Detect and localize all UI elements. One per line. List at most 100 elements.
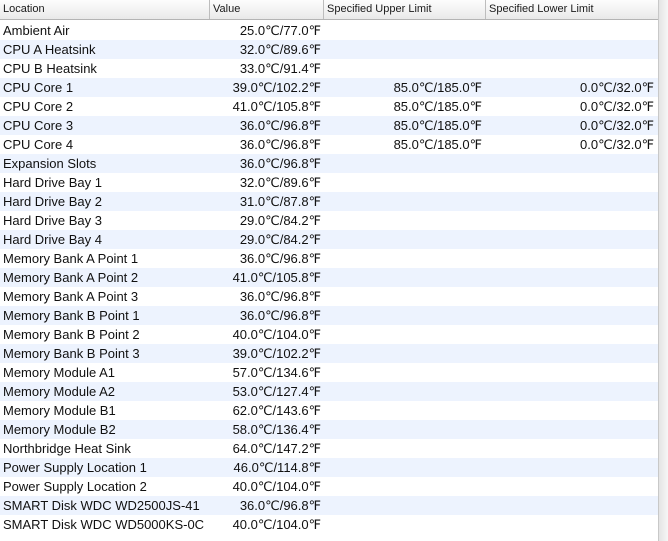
cell-upper-limit [324,40,482,59]
cell-value: 36.0℃/96.8℉ [239,498,321,513]
table-row[interactable]: Memory Bank A Point 2 41.0℃/105.8℉ [0,268,658,287]
cell-value: 33.0℃/91.4℉ [239,61,321,76]
column-header-upper-limit[interactable]: Specified Upper Limit [324,0,486,19]
table-row[interactable]: Memory Module B1 62.0℃/143.6℉ [0,401,658,420]
cell-value: 40.0℃/104.0℉ [232,479,321,494]
cell-upper-limit [324,287,482,306]
cell-lower-limit [486,268,654,287]
table-row[interactable]: Hard Drive Bay 3 29.0℃/84.2℉ [0,211,658,230]
table-row[interactable]: Memory Module A2 53.0℃/127.4℉ [0,382,658,401]
cell-upper-limit [324,249,482,268]
table-row[interactable]: Power Supply Location 2 40.0℃/104.0℉ [0,477,658,496]
cell-upper-limit [324,59,482,78]
cell-lower-limit: 0.0℃/32.0℉ [580,80,654,95]
cell-upper-limit [324,325,482,344]
cell-location: Power Supply Location 2 [3,479,147,494]
cell-lower-limit [486,515,654,534]
cell-upper-limit: 85.0℃/185.0℉ [393,99,482,114]
table-row[interactable]: Memory Bank A Point 1 36.0℃/96.8℉ [0,249,658,268]
cell-location: Memory Bank B Point 1 [3,308,140,323]
table-row[interactable]: SMART Disk WDC WD5000KS-0C 40.0℃/104.0℉ [0,515,658,534]
cell-upper-limit: 85.0℃/185.0℉ [393,80,482,95]
cell-value: 32.0℃/89.6℉ [239,42,321,57]
cell-value: 40.0℃/104.0℉ [232,327,321,342]
cell-upper-limit [324,382,482,401]
cell-value: 32.0℃/89.6℉ [239,175,321,190]
sensor-table[interactable]: Location Value Specified Upper Limit Spe… [0,0,658,541]
cell-value: 36.0℃/96.8℉ [239,251,321,266]
table-row[interactable]: CPU Core 2 41.0℃/105.8℉ 85.0℃/185.0℉ 0.0℃/3… [0,97,658,116]
cell-lower-limit [486,21,654,40]
cell-value: 25.0℃/77.0℉ [239,23,321,38]
cell-lower-limit [486,59,654,78]
table-row[interactable]: Memory Bank B Point 3 39.0℃/102.2℉ [0,344,658,363]
cell-value: 31.0℃/87.8℉ [239,194,321,209]
cell-location: Hard Drive Bay 2 [3,194,102,209]
cell-lower-limit [486,420,654,439]
table-row[interactable]: CPU Core 1 39.0℃/102.2℉ 85.0℃/185.0℉ 0.0℃/3… [0,78,658,97]
table-row[interactable]: Hard Drive Bay 1 32.0℃/89.6℉ [0,173,658,192]
table-row[interactable]: Expansion Slots 36.0℃/96.8℉ [0,154,658,173]
cell-upper-limit [324,211,482,230]
cell-location: CPU Core 3 [3,118,74,133]
cell-location: CPU B Heatsink [3,61,97,76]
cell-upper-limit [324,154,482,173]
table-row[interactable]: Ambient Air 25.0℃/77.0℉ [0,21,658,40]
cell-upper-limit [324,515,482,534]
cell-value: 29.0℃/84.2℉ [239,232,321,247]
cell-value: 46.0℃/114.8℉ [233,460,321,475]
cell-location: Hard Drive Bay 4 [3,232,102,247]
table-row[interactable]: Northbridge Heat Sink 64.0℃/147.2℉ [0,439,658,458]
cell-location: SMART Disk WDC WD5000KS-0C [3,517,205,532]
table-header: Location Value Specified Upper Limit Spe… [0,0,658,20]
column-header-value[interactable]: Value [210,0,324,19]
table-body: Ambient Air 25.0℃/77.0℉ CPU A Heatsink 32.0… [0,21,658,534]
cell-lower-limit [486,40,654,59]
cell-upper-limit [324,306,482,325]
cell-location: Memory Module A1 [3,365,115,380]
cell-location: Memory Module A2 [3,384,115,399]
cell-location: Northbridge Heat Sink [3,441,131,456]
table-row[interactable]: CPU Core 3 36.0℃/96.8℉ 85.0℃/185.0℉ 0.0℃/32… [0,116,658,135]
table-row[interactable]: Memory Bank A Point 3 36.0℃/96.8℉ [0,287,658,306]
cell-value: 39.0℃/102.2℉ [232,80,321,95]
cell-value: 40.0℃/104.0℉ [232,517,321,532]
table-row[interactable]: Power Supply Location 1 46.0℃/114.8℉ [0,458,658,477]
cell-lower-limit [486,154,654,173]
table-row[interactable]: SMART Disk WDC WD2500JS-41 36.0℃/96.8℉ [0,496,658,515]
cell-value: 36.0℃/96.8℉ [239,137,321,152]
table-row[interactable]: CPU A Heatsink 32.0℃/89.6℉ [0,40,658,59]
cell-upper-limit [324,363,482,382]
table-row[interactable]: CPU B Heatsink 33.0℃/91.4℉ [0,59,658,78]
cell-location: CPU Core 2 [3,99,74,114]
cell-value: 41.0℃/105.8℉ [232,270,321,285]
table-row[interactable]: Hard Drive Bay 4 29.0℃/84.2℉ [0,230,658,249]
column-header-lower-limit[interactable]: Specified Lower Limit [486,0,658,19]
cell-location: Memory Bank A Point 1 [3,251,139,266]
cell-location: Memory Bank A Point 2 [3,270,139,285]
cell-value: 57.0℃/134.6℉ [232,365,321,380]
cell-upper-limit [324,21,482,40]
cell-location: Hard Drive Bay 3 [3,213,102,228]
cell-lower-limit [486,287,654,306]
table-row[interactable]: Memory Module A1 57.0℃/134.6℉ [0,363,658,382]
table-row[interactable]: Memory Module B2 58.0℃/136.4℉ [0,420,658,439]
cell-upper-limit [324,268,482,287]
vertical-scrollbar[interactable] [658,0,668,541]
table-row[interactable]: Hard Drive Bay 2 31.0℃/87.8℉ [0,192,658,211]
cell-lower-limit: 0.0℃/32.0℉ [580,137,654,152]
cell-value: 64.0℃/147.2℉ [232,441,321,456]
cell-lower-limit [486,496,654,515]
cell-location: CPU Core 1 [3,80,74,95]
column-header-location[interactable]: Location [0,0,210,19]
cell-location: CPU Core 4 [3,137,74,152]
cell-upper-limit [324,420,482,439]
cell-lower-limit [486,382,654,401]
cell-upper-limit [324,230,482,249]
table-row[interactable]: Memory Bank B Point 1 36.0℃/96.8℉ [0,306,658,325]
cell-upper-limit [324,477,482,496]
table-row[interactable]: Memory Bank B Point 2 40.0℃/104.0℉ [0,325,658,344]
cell-upper-limit: 85.0℃/185.0℉ [393,137,482,152]
table-row[interactable]: CPU Core 4 36.0℃/96.8℉ 85.0℃/185.0℉ 0.0℃/32… [0,135,658,154]
cell-value: 36.0℃/96.8℉ [239,156,321,171]
